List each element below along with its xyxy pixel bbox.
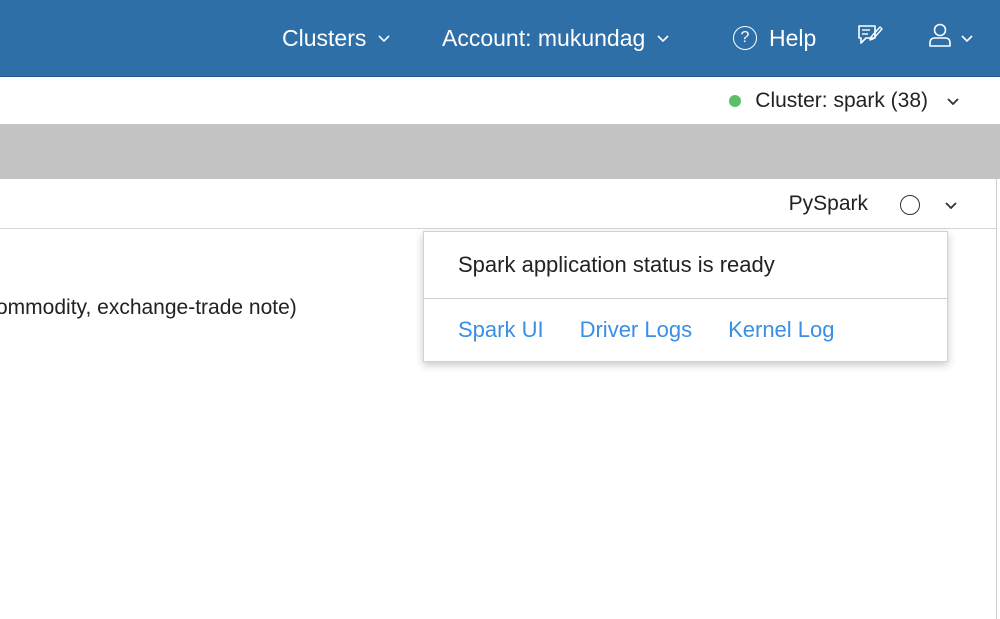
spark-ui-link[interactable]: Spark UI: [458, 317, 544, 343]
kernel-bar: PySpark: [0, 179, 996, 229]
cluster-selector[interactable]: Cluster: spark (38): [729, 77, 928, 124]
help-menu[interactable]: ? Help: [733, 0, 816, 76]
question-circle-icon: ?: [733, 26, 757, 50]
cluster-label: Cluster: spark (38): [755, 88, 928, 112]
chevron-down-icon: [961, 32, 973, 44]
top-navigation-bar: Clusters Account: mukundag ? Help: [0, 0, 1000, 77]
driver-logs-link[interactable]: Driver Logs: [580, 317, 692, 343]
chevron-down-icon: [657, 32, 669, 44]
clusters-label: Clusters: [282, 24, 367, 51]
spark-status-popover: Spark application status is ready Spark …: [423, 231, 948, 362]
clusters-menu[interactable]: Clusters: [282, 0, 390, 76]
feedback-icon: [857, 23, 883, 53]
chevron-down-icon[interactable]: [944, 198, 958, 217]
cell-output-text: ommodity, exchange-trade note): [0, 296, 297, 319]
cluster-status-bar: Cluster: spark (38): [0, 77, 1000, 124]
toolbar-band: [0, 124, 1000, 179]
kernel-log-link[interactable]: Kernel Log: [728, 317, 834, 343]
feedback-button[interactable]: [857, 0, 883, 76]
cluster-status-dot: [729, 94, 742, 107]
popover-links: Spark UI Driver Logs Kernel Log: [458, 299, 835, 361]
kernel-name: PySpark: [788, 192, 868, 215]
user-menu[interactable]: [927, 0, 973, 76]
kernel-status-icon[interactable]: [900, 195, 920, 215]
account-menu[interactable]: Account: mukundag: [442, 0, 669, 76]
spark-status-text: Spark application status is ready: [458, 252, 775, 277]
account-label: Account: mukundag: [442, 24, 646, 51]
help-label: Help: [769, 24, 817, 51]
chevron-down-icon[interactable]: [946, 94, 960, 113]
user-icon: [927, 22, 953, 54]
chevron-down-icon: [378, 32, 390, 44]
